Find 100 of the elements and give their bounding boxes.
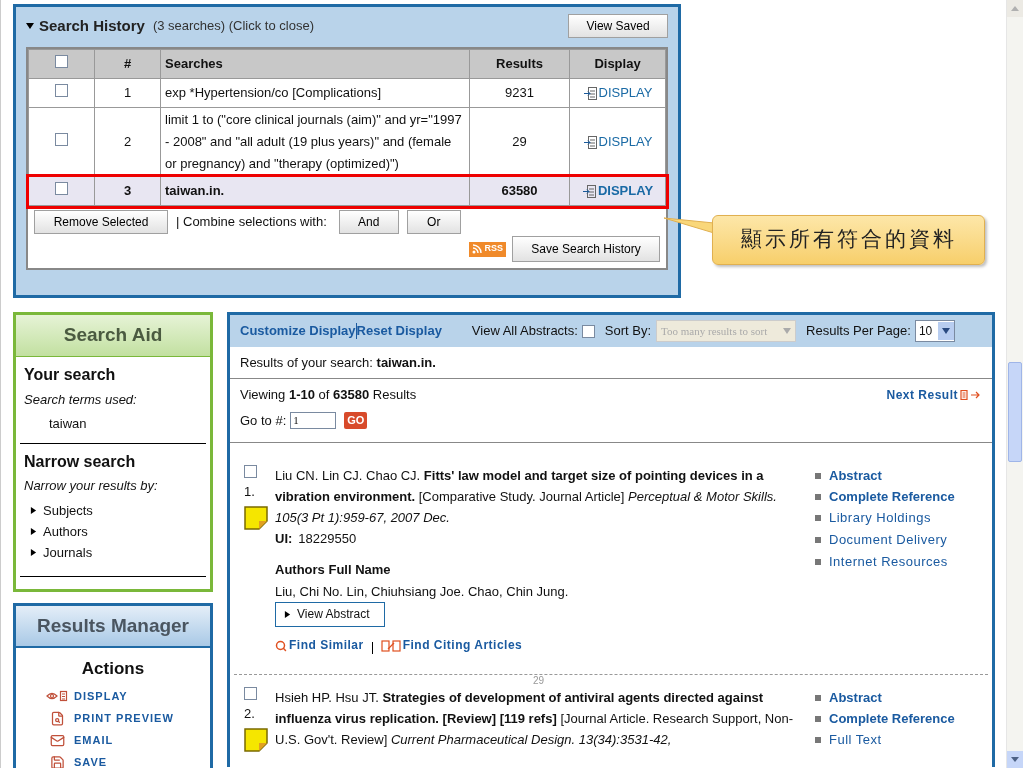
section-label: Narrow your results by: [24, 477, 159, 495]
record-link[interactable]: Document Delivery [815, 529, 955, 551]
feed-icon [472, 244, 483, 254]
section-heading: Your search [24, 365, 117, 385]
result-count: 63580 [501, 183, 538, 199]
select-all-checkbox[interactable] [55, 55, 68, 69]
eye-document-icon [46, 690, 68, 702]
table-cell: 3 [123, 183, 132, 199]
callout: 顯示所有符合的資料 [712, 215, 985, 265]
authors-full-name: Liu, Chi No. Lin, Chiuhsiang Joe. Chao, Chin Jung. [275, 583, 570, 601]
column-header: Display [594, 56, 641, 72]
remove-selected-button[interactable]: Remove Selected [34, 210, 168, 234]
record-link[interactable]: Abstract [815, 465, 955, 486]
facet-link[interactable]: Authors [24, 522, 202, 541]
note-icon[interactable] [244, 727, 268, 752]
record-link[interactable]: Full Text [815, 729, 955, 751]
document-arrow-icon [582, 85, 598, 101]
go-to-label: Go to #: [240, 411, 287, 430]
documents-icon [380, 639, 401, 652]
dropdown-arrow-icon [783, 327, 792, 335]
search-term: taiwan [48, 414, 88, 433]
go-button[interactable]: GO [344, 411, 368, 429]
record-number: 1. [244, 483, 256, 501]
record-checkbox[interactable] [244, 687, 257, 700]
table-cell: 1 [123, 85, 132, 101]
viewing-summary: Viewing 1-10 of 63580 Results [240, 386, 417, 404]
sort-label: Sort By: [604, 322, 652, 341]
search-query: limit 1 to ("core clinical journals (aim)" and yr="1997 - 2008" and "all adult (19 plus years)" and (female or pregnancy) and "therapy (optimized)") [165, 112, 462, 171]
page-number: 29 [533, 676, 545, 686]
section-label: Search terms used: [24, 391, 138, 409]
view-abstract-button[interactable]: View Abstract [275, 602, 385, 627]
up-arrow-icon [1011, 6, 1019, 11]
action-link[interactable]: EMAIL [46, 731, 210, 749]
column-header: # [123, 56, 132, 72]
record-link[interactable]: Complete Reference [815, 486, 955, 507]
citation: Liu CN. Lin CJ. Chao CJ. Fitts' law model and target size of pointing devices in a vibration environment. [Comparative Study. Journal Article] Perceptual & Motor Skills. 105(3 Pt 1):959-67, 2007 Dec. [275, 467, 778, 527]
document-arrow-icon [960, 389, 982, 400]
view-all-checkbox[interactable] [581, 324, 595, 338]
record-link[interactable]: Complete Reference [815, 708, 955, 729]
search-history-row[interactable]: 3 taiwan.in. 63580 DISPLAY [28, 176, 666, 206]
search-count[interactable]: (3 searches) (Click to close) [152, 16, 314, 36]
row-checkbox[interactable] [55, 84, 68, 98]
envelope-icon [49, 732, 65, 748]
search-query: taiwan.in. [165, 183, 225, 198]
section-heading: Actions [80, 658, 146, 680]
document-arrow-icon [582, 134, 598, 150]
ui-number: 18229550 [298, 530, 357, 548]
panel-title[interactable]: Search History [39, 14, 145, 38]
down-arrow-icon [1011, 757, 1019, 762]
view-all-abstracts-label: View All Abstracts: [471, 322, 578, 341]
column-header: Searches [165, 56, 223, 72]
go-to-field[interactable]: 1 [290, 411, 337, 429]
action-link[interactable]: DISPLAY [46, 687, 210, 705]
result-count: 29 [512, 134, 527, 150]
record-link[interactable]: Abstract [815, 687, 955, 708]
table-cell: 2 [123, 134, 132, 150]
result-count: 9231 [505, 85, 534, 101]
note-icon[interactable] [244, 505, 268, 530]
panel-title: Search Aid [16, 315, 210, 357]
search-icon [275, 639, 287, 652]
reset-display-link[interactable]: Reset Display [356, 321, 442, 341]
search-history-row[interactable]: 1 exp *Hypertension/co [Complications] 9231 DISPLAY [28, 78, 666, 108]
row-checkbox[interactable] [55, 133, 68, 147]
record-link[interactable]: Library Holdings [815, 507, 955, 529]
authors-heading: Authors Full Name [275, 561, 392, 579]
scroll-up-button[interactable] [1007, 0, 1023, 17]
record-checkbox[interactable] [244, 465, 257, 478]
view-saved-button[interactable]: View Saved [568, 14, 668, 38]
next-result-link[interactable]: Next Result [886, 385, 982, 404]
action-link[interactable]: SAVE [46, 753, 210, 768]
scroll-down-button[interactable] [1007, 751, 1023, 768]
search-query: exp *Hypertension/co [Complications] [165, 85, 382, 100]
per-page-select[interactable]: 10 [914, 320, 955, 342]
action-link[interactable]: PRINT PREVIEW [46, 709, 210, 727]
document-magnifier-icon [49, 710, 65, 726]
find-similar-link[interactable]: Find Similar [275, 635, 364, 656]
and-button[interactable]: And [338, 210, 399, 234]
customize-display-link[interactable]: Customize Display [240, 321, 356, 341]
find-citing-link[interactable]: Find Citing Articles [380, 635, 523, 656]
panel-title: Results Manager [16, 606, 210, 648]
column-header: Results [496, 56, 543, 72]
scrollbar-thumb[interactable] [1008, 362, 1022, 462]
save-search-history-button[interactable]: Save Search History [512, 236, 660, 262]
facet-link[interactable]: Journals [24, 543, 202, 562]
scrollbar[interactable] [1006, 0, 1023, 768]
record-number: 2. [244, 705, 256, 723]
results-per-page-label: Results Per Page: [806, 322, 911, 341]
citation: Hsieh HP. Hsu JT. Strategies of development of antiviral agents directed against influenza virus replication. [Review] [119 refs] [Journal Article. Research Support, Non-U.S. Gov't. Review] Current Pharmaceutical Design. 13(34):3531-42, [275, 689, 795, 749]
section-heading: Narrow search [24, 452, 137, 472]
record-link[interactable]: Internet Resources [815, 551, 955, 573]
document-arrow-icon [581, 183, 597, 199]
combine-label: | Combine selections with: [176, 213, 327, 232]
or-button[interactable]: Or [406, 210, 461, 234]
triangle-icon [284, 611, 291, 618]
facet-link[interactable]: Subjects [24, 501, 202, 520]
search-history-row[interactable]: 2 limit 1 to ("core clinical journals (aim)" and yr="1997 - 2008" and "all adult (19 plus years)" and (female or pregnancy) and "therapy (optimized)") 29 DISPLAY [28, 107, 666, 177]
ui-label: UI: [275, 530, 293, 548]
dropdown-arrow-icon [941, 327, 950, 335]
row-checkbox[interactable] [55, 182, 68, 196]
search-summary: Results of your search: taiwan.in. [240, 353, 436, 372]
